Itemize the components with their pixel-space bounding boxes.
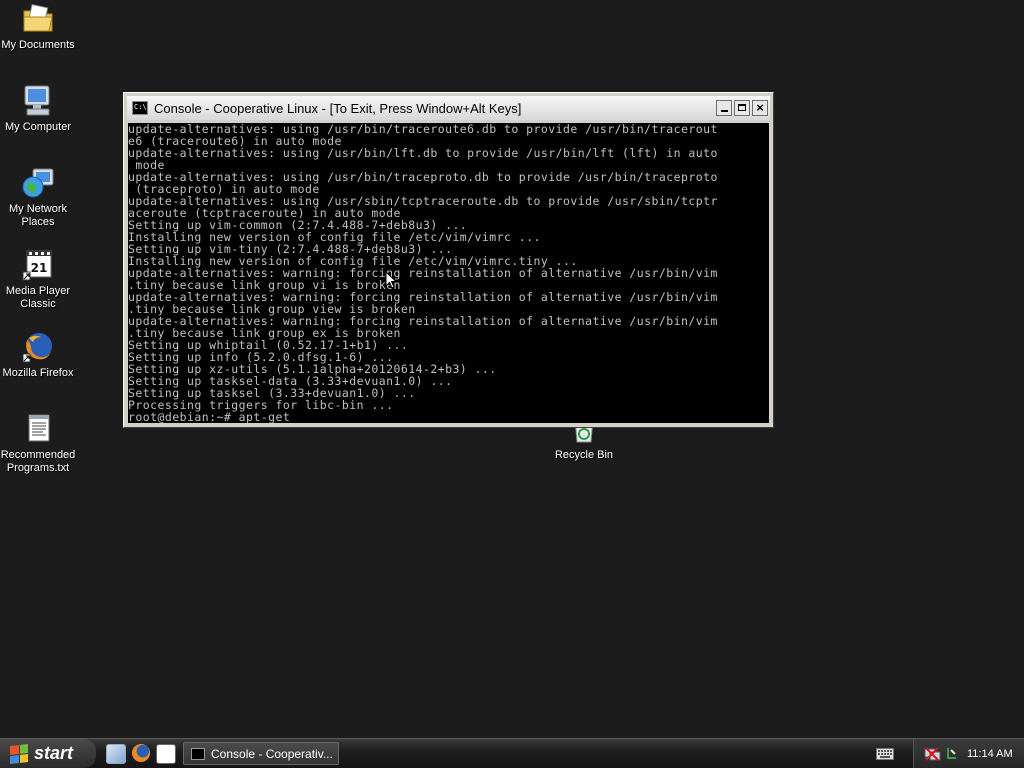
desktop-icon-recommended-programs[interactable]: Recommended Programs.txt [0,412,76,475]
text-file-icon [21,412,55,446]
desktop-icon-label: Mozilla Firefox [2,367,74,379]
close-icon: × [756,100,764,115]
desktop-icon-my-computer[interactable]: My Computer [0,84,76,134]
desktop-icon-media-player-classic[interactable]: 21 Media Player Classic [0,248,76,311]
window-title: Console - Cooperative Linux - [To Exit, … [154,100,522,116]
terminal-line: root@debian:~# apt-get_ [128,410,298,423]
desktop: My Documents My Computer My Network Plac… [0,0,1024,738]
close-button[interactable]: × [752,100,768,116]
minimize-icon [721,110,728,112]
taskbar-button-console[interactable]: Console - Cooperativ... [183,742,339,765]
terminal-line: update-alternatives: using /usr/bin/lft.… [128,146,718,160]
desktop-icon-label: My Computer [4,121,72,133]
system-tray: 11:14 AM [913,739,1024,768]
desktop-icon-label: Recycle Bin [554,449,614,461]
title-bar[interactable]: C:\ Console - Cooperative Linux - [To Ex… [127,96,770,120]
network-globe-icon [21,166,55,200]
desktop-icon-label: My Documents [1,39,75,51]
start-label: start [34,743,74,763]
keyboard-icon[interactable] [876,747,894,760]
taskbar-button-label: Console - Cooperativ... [211,746,333,761]
quick-launch-firefox-icon[interactable] [132,744,150,762]
quick-launch-media-player-icon[interactable] [156,744,176,764]
start-button[interactable]: start [0,739,96,768]
quick-launch [106,744,176,764]
console-window[interactable]: C:\ Console - Cooperative Linux - [To Ex… [123,92,774,428]
maximize-button[interactable] [734,100,750,116]
desktop-icon-my-network-places[interactable]: My Network Places [0,166,76,229]
quick-launch-explorer-icon[interactable] [106,744,126,764]
clock[interactable]: 11:14 AM [967,748,1013,760]
connection-icon[interactable] [945,746,959,762]
minimize-button[interactable] [716,100,732,116]
network-status-icon[interactable] [924,746,942,762]
desktop-icon-label: My Network Places [8,203,68,228]
firefox-icon [21,330,55,364]
folder-documents-icon [21,2,55,36]
desktop-icon-mozilla-firefox[interactable]: Mozilla Firefox [0,330,76,380]
taskbar: start Console - Cooperativ... 11:14 AM [0,738,1024,768]
svg-text:21: 21 [31,261,48,275]
maximize-icon [738,104,746,111]
terminal-output[interactable]: update-alternatives: using /usr/bin/trac… [128,123,769,423]
desktop-icon-my-documents[interactable]: My Documents [0,2,76,52]
desktop-icon-label: Media Player Classic [5,285,71,310]
desktop-icon-label: Recommended Programs.txt [0,449,76,474]
console-app-icon: C:\ [132,101,148,115]
console-task-icon [191,747,205,760]
windows-logo-icon [10,743,28,764]
media-player-icon: 21 [21,248,55,282]
computer-icon [21,84,55,118]
